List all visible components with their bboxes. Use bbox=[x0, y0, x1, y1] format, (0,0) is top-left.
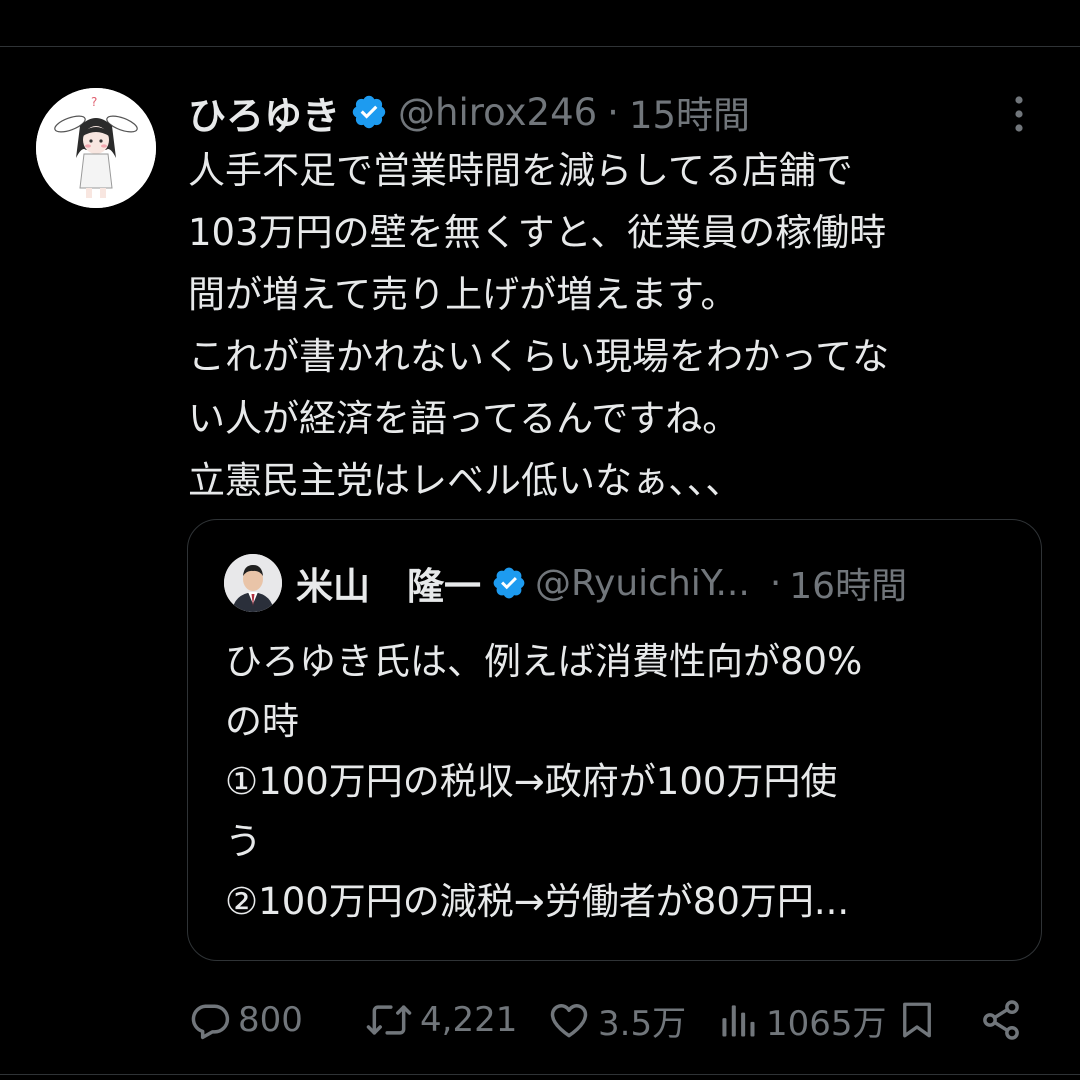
author-avatar[interactable]: ? bbox=[36, 88, 156, 208]
bookmark-icon bbox=[903, 1002, 931, 1038]
more-options-icon[interactable] bbox=[1004, 94, 1034, 134]
avatar-illustration: ? bbox=[36, 88, 156, 208]
share-button[interactable] bbox=[978, 990, 1024, 1050]
quoted-tweet-text: ひろゆき氏は、例えば消費性向が80% の時 ①100万円の税収→政府が100万円… bbox=[225, 640, 863, 923]
quoted-author-handle[interactable]: @RyuichiY... bbox=[535, 563, 750, 604]
retweet-icon bbox=[366, 1005, 412, 1035]
author-display-name[interactable]: ひろゆき bbox=[188, 85, 340, 140]
retweet-button[interactable]: 4,221 bbox=[364, 990, 517, 1050]
view-count: 1065万 bbox=[766, 1003, 887, 1044]
verified-badge-icon[interactable] bbox=[350, 93, 388, 131]
quoted-tweet-header: 米山 隆一 @RyuichiY... · 16時間 bbox=[296, 556, 907, 610]
like-icon bbox=[550, 1004, 588, 1038]
reply-button[interactable]: 800 bbox=[188, 990, 303, 1050]
reply-icon bbox=[191, 1004, 230, 1040]
like-button[interactable]: 3.5万 bbox=[546, 990, 686, 1050]
quoted-tweet-timestamp[interactable]: 16時間 bbox=[789, 557, 907, 609]
quoted-author-avatar[interactable] bbox=[224, 554, 282, 612]
reply-count: 800 bbox=[238, 1000, 303, 1040]
tweet-text: 人手不足で営業時間を減らしてる店舗で 103万円の壁を無くすと、従業員の稼働時 … bbox=[188, 149, 890, 502]
like-count: 3.5万 bbox=[598, 1003, 687, 1044]
tweet-action-bar: 800 4,221 3.5万 1065万 bbox=[0, 990, 1080, 1050]
tweet-timestamp[interactable]: 15時間 bbox=[629, 85, 750, 139]
svg-text:?: ? bbox=[91, 95, 97, 109]
share-icon bbox=[983, 1000, 1019, 1040]
top-divider bbox=[0, 46, 1080, 47]
quoted-separator-dot: · bbox=[769, 562, 782, 604]
views-icon bbox=[722, 1005, 755, 1037]
bookmark-button[interactable] bbox=[896, 990, 938, 1050]
quoted-verified-badge-icon[interactable] bbox=[491, 565, 527, 601]
separator-dot: · bbox=[607, 90, 619, 134]
author-handle[interactable]: @hirox246 bbox=[398, 91, 597, 134]
quoted-author-display-name[interactable]: 米山 隆一 bbox=[296, 556, 481, 610]
quoted-tweet-card[interactable]: 米山 隆一 @RyuichiY... · 16時間 ひろゆき氏は、例えば消費性向… bbox=[187, 519, 1042, 961]
views-button[interactable]: 1065万 bbox=[716, 990, 887, 1050]
tweet-header: ひろゆき @hirox246 · 15時間 bbox=[188, 84, 750, 140]
quoted-avatar-photo bbox=[224, 554, 282, 612]
bottom-divider bbox=[0, 1074, 1080, 1075]
retweet-count: 4,221 bbox=[420, 1000, 518, 1040]
